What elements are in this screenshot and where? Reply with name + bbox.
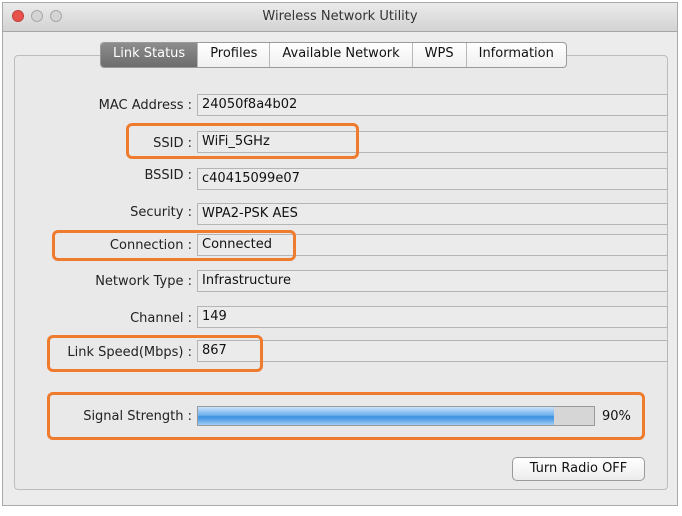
window-title: Wireless Network Utility (262, 9, 418, 24)
link-speed-label: Link Speed(Mbps) : (67, 345, 192, 360)
tab-information[interactable]: Information (465, 43, 566, 67)
tab-available-network[interactable]: Available Network (269, 43, 411, 67)
bssid-label: BSSID : (144, 168, 192, 183)
title-bar: Wireless Network Utility (3, 3, 677, 32)
tab-profiles[interactable]: Profiles (197, 43, 269, 67)
signal-strength-fill (198, 407, 555, 425)
ssid-value: WiFi_5GHz (197, 131, 668, 153)
network-type-label: Network Type : (95, 274, 192, 289)
bssid-value: c40415099e07 (197, 168, 668, 190)
link-speed-value: 867 (197, 340, 668, 362)
signal-strength-percent: 90% (602, 409, 631, 424)
tab-bar: Link Status Profiles Available Network W… (100, 42, 567, 68)
channel-value: 149 (197, 306, 668, 328)
signal-strength-bar (197, 406, 595, 426)
tab-wps[interactable]: WPS (411, 43, 466, 67)
security-value: WPA2-PSK AES (197, 203, 668, 225)
security-label: Security : (130, 205, 192, 220)
mac-address-value: 24050f8a4b02 (197, 94, 668, 116)
network-type-value: Infrastructure (197, 270, 668, 292)
tab-link-status[interactable]: Link Status (101, 43, 198, 67)
signal-strength-label: Signal Strength : (83, 409, 192, 424)
connection-value: Connected (197, 234, 668, 256)
ssid-label: SSID : (153, 136, 192, 151)
mac-address-label: MAC Address : (98, 98, 192, 113)
turn-radio-off-button[interactable]: Turn Radio OFF (512, 457, 645, 481)
connection-label: Connection : (109, 238, 192, 253)
channel-label: Channel : (130, 311, 192, 326)
